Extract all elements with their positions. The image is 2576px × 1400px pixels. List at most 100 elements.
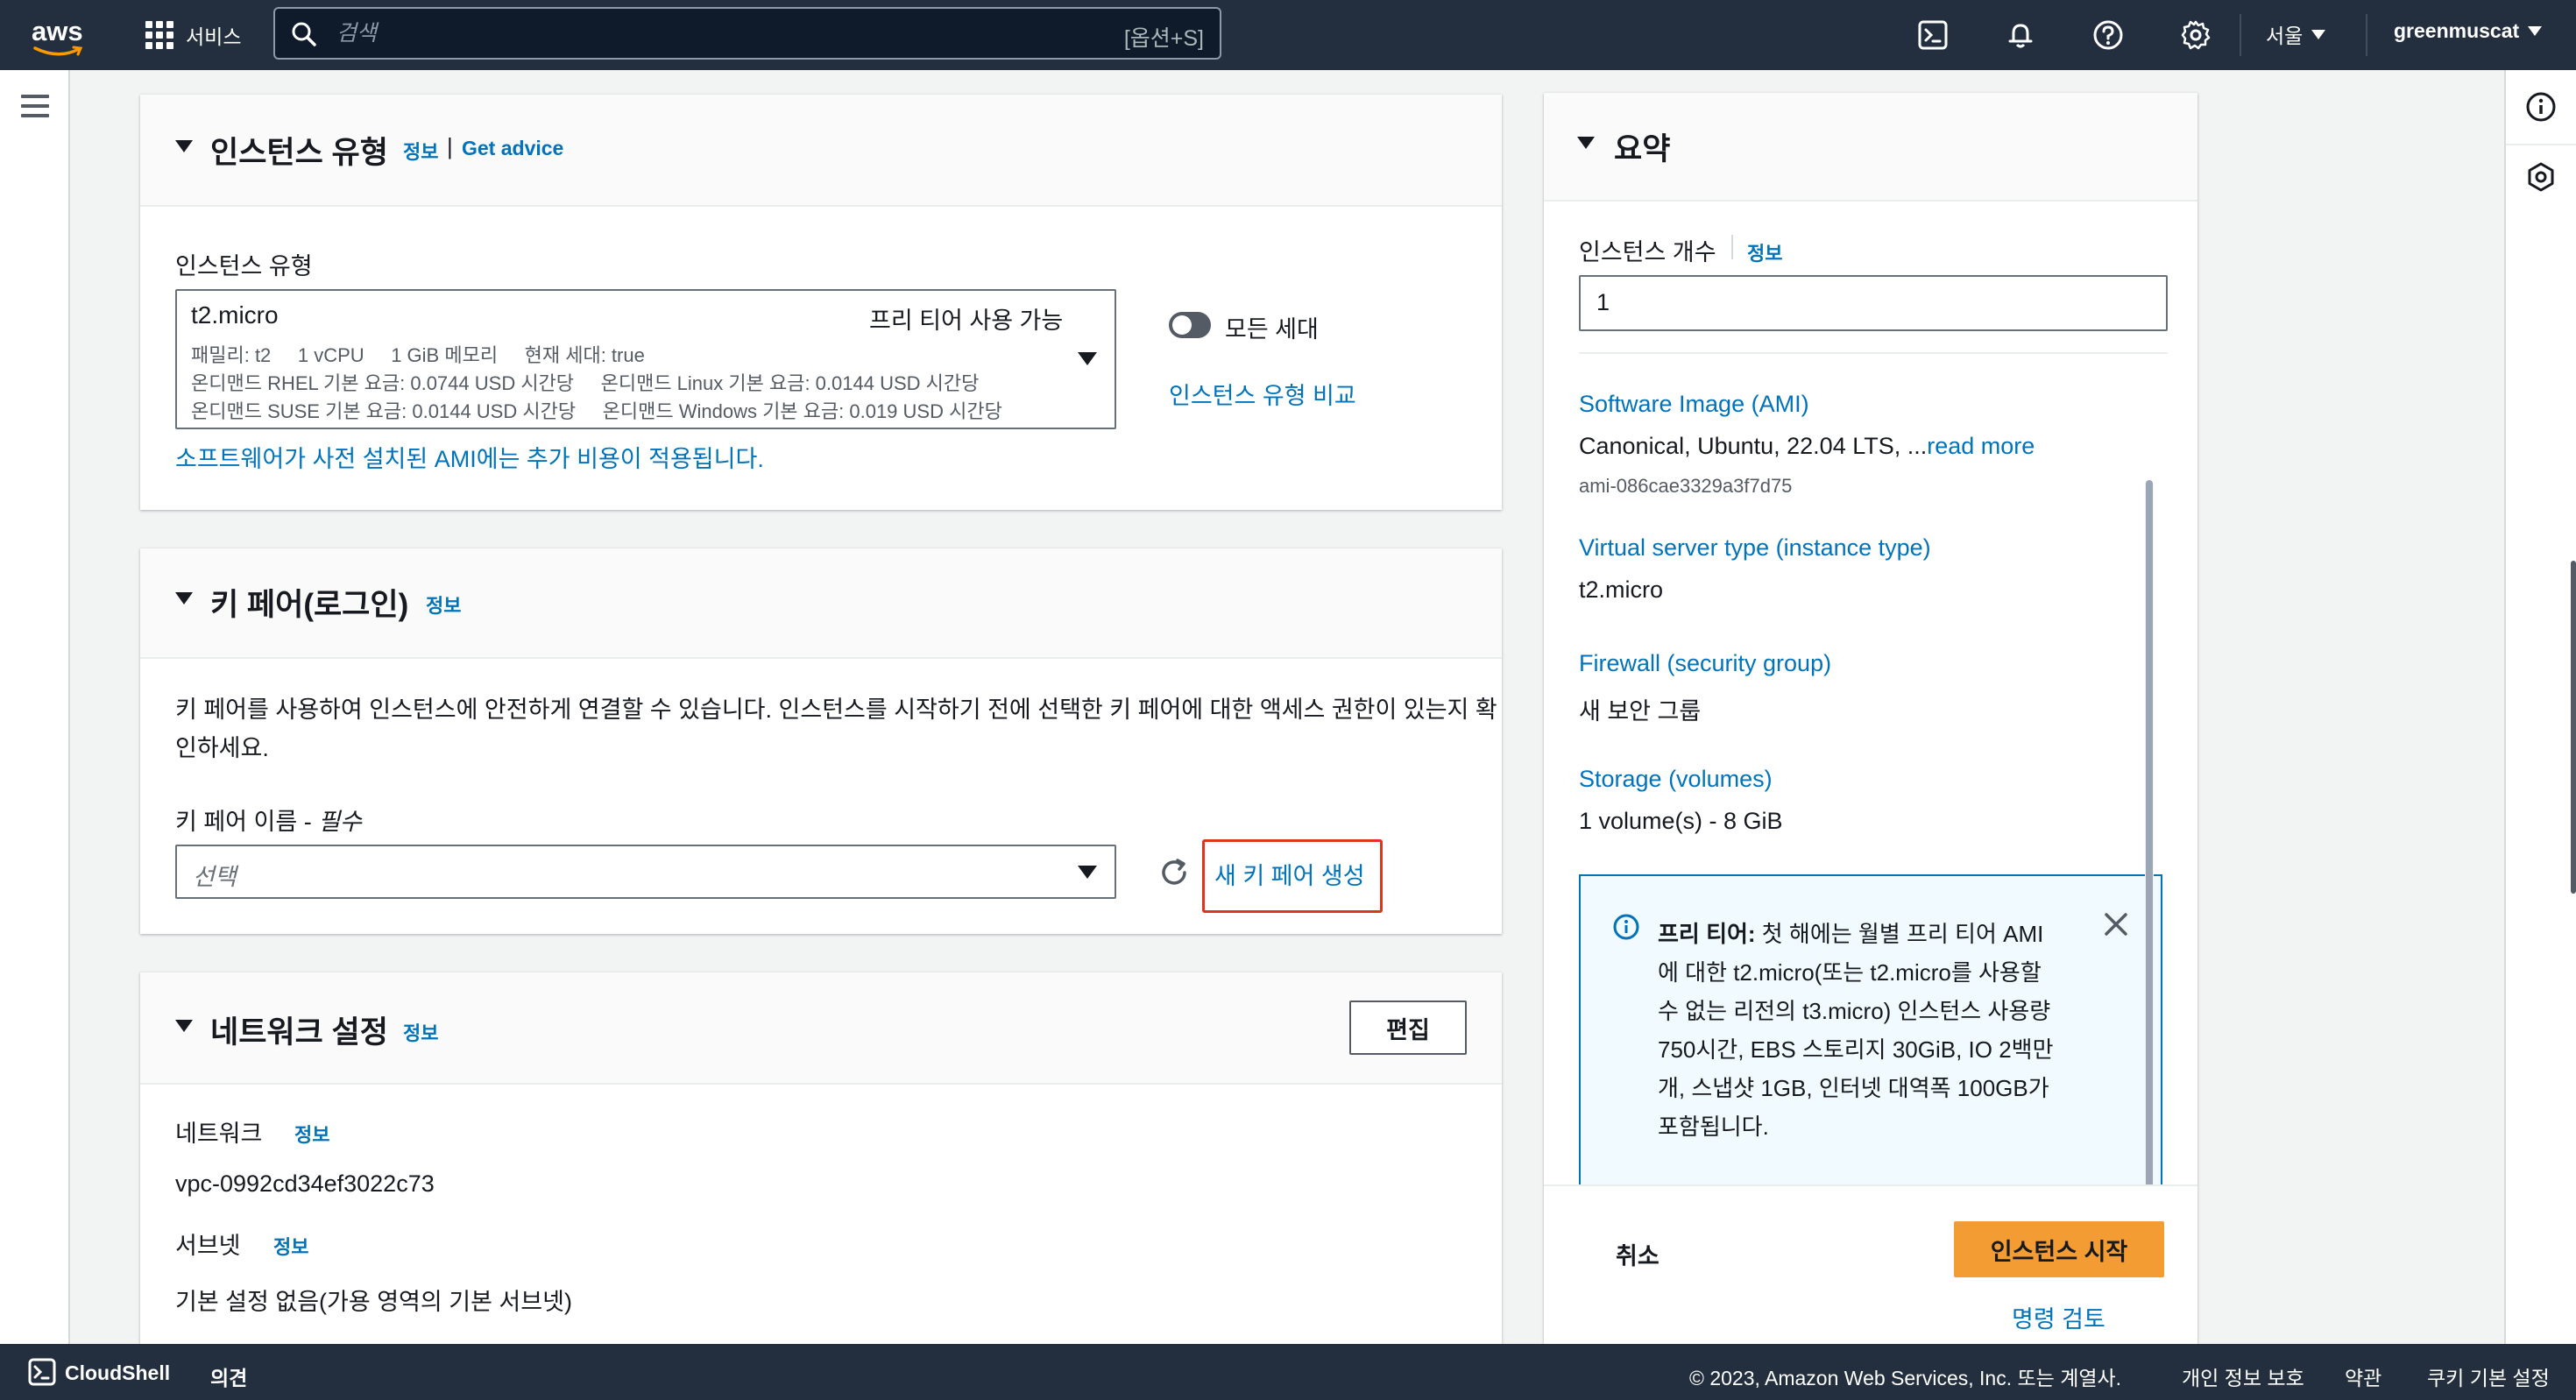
search-input[interactable] (336, 16, 1020, 51)
storage-heading-link[interactable]: Storage (volumes) (1579, 766, 1773, 793)
page-scrollbar[interactable] (2571, 561, 2576, 894)
aws-logo-text: aws (32, 16, 83, 46)
summary-header[interactable]: 요약 (1544, 93, 2197, 202)
create-key-pair-link[interactable]: 새 키 페어 생성 (1214, 857, 1365, 891)
ami-read-more-link[interactable]: read more (1927, 433, 2035, 459)
info-icon (1613, 914, 1639, 940)
menu-icon[interactable] (21, 95, 49, 117)
ami-value: Canonical, Ubuntu, 22.04 LTS, ...read mo… (1579, 433, 2035, 460)
key-pair-description-2: 인하세요. (175, 735, 269, 761)
notifications-button[interactable] (2003, 18, 2038, 53)
cloudshell-icon (1918, 20, 1948, 50)
get-advice-link[interactable]: Get advice (462, 137, 563, 160)
summary-scrollbar-thumb[interactable] (2146, 480, 2153, 1269)
search-icon (292, 22, 316, 46)
summary-scrollbar-track[interactable] (2145, 480, 2154, 1269)
instance-type-heading-link[interactable]: Virtual server type (instance type) (1579, 534, 1931, 562)
summary-panel: 요약 인스턴스 개수 정보 1 Software Image (AMI) Can… (1544, 93, 2197, 1344)
firewall-value: 새 보안 그룹 (1579, 698, 1702, 725)
network-settings-title: 네트워크 설정 (210, 1015, 388, 1050)
instance-count-input[interactable]: 1 (1579, 275, 2168, 331)
network-label: 네트워크 (175, 1121, 263, 1147)
instance-type-panel: 인스턴스 유형 정보 | Get advice 인스턴스 유형 t2.micro… (140, 95, 1502, 510)
all-generations-toggle[interactable] (1169, 312, 1211, 338)
compare-instance-types-link[interactable]: 인스턴스 유형 비교 (1169, 377, 1356, 411)
nav-divider (2240, 14, 2241, 56)
feedback-link[interactable]: 의견 (210, 1361, 247, 1391)
account-name: greenmuscat (2394, 19, 2520, 42)
caret-down-icon (175, 1020, 193, 1032)
instance-type-header[interactable]: 인스턴스 유형 정보 | Get advice (140, 95, 1502, 207)
subnet-label: 서브넷 (175, 1233, 241, 1259)
free-tier-line: 에 대한 t2.micro(또는 t2.micro를 사용할 (1658, 959, 2042, 986)
key-pair-select-placeholder: 선택 (193, 864, 237, 890)
ami-value-text: Canonical, Ubuntu, 22.04 LTS, ... (1579, 433, 1928, 459)
cloudshell-button[interactable] (1915, 18, 1950, 53)
cloudshell-link[interactable]: CloudShell (65, 1361, 170, 1385)
free-tier-title: 프리 티어: (1658, 921, 1756, 947)
chevron-down-icon (2311, 29, 2326, 39)
search-box[interactable]: [옵션+S] (273, 7, 1221, 60)
instance-pricing-line-2: 온디맨드 RHEL 기본 요금: 0.0744 USD 시간당 온디맨드 Lin… (191, 372, 980, 394)
instance-type-field-label: 인스턴스 유형 (175, 253, 313, 279)
left-rail (0, 70, 70, 1344)
aws-logo[interactable]: aws (30, 12, 88, 58)
cancel-button[interactable]: 취소 (1616, 1237, 1660, 1271)
summary-actions: 취소 인스턴스 시작 명령 검토 (1544, 1184, 2197, 1344)
refresh-icon[interactable] (1158, 857, 1190, 888)
search-shortcut: [옵션+S] (1123, 26, 1204, 51)
network-settings-info-link[interactable]: 정보 (403, 1018, 438, 1046)
instance-type-select[interactable]: t2.micro 프리 티어 사용 가능 패밀리: t2 1 vCPU 1 Gi… (175, 289, 1116, 429)
key-pair-header[interactable]: 키 페어(로그인) 정보 (140, 548, 1502, 659)
close-icon[interactable] (2103, 911, 2129, 937)
info-panel-icon[interactable] (2525, 91, 2557, 123)
caret-down-icon (175, 140, 193, 152)
instance-pricing-line-3: 온디맨드 SUSE 기본 요금: 0.0144 USD 시간당 온디맨드 Win… (191, 400, 1002, 422)
account-menu[interactable]: greenmuscat (2394, 19, 2543, 43)
free-tier-line: 포함됩니다. (1658, 1114, 1769, 1140)
all-generations-label: 모든 세대 (1225, 316, 1319, 343)
instance-count-label: 인스턴스 개수 (1579, 239, 1716, 265)
network-info-link[interactable]: 정보 (294, 1120, 329, 1148)
instance-type-info-link[interactable]: 정보 (403, 137, 438, 165)
nav-divider (2366, 14, 2367, 56)
chevron-down-icon (2528, 26, 2543, 36)
key-pair-info-link[interactable]: 정보 (426, 590, 461, 619)
privacy-link[interactable]: 개인 정보 보호 (2182, 1361, 2304, 1391)
key-pair-title: 키 페어(로그인) (210, 588, 409, 622)
instance-count-value: 1 (1596, 289, 1610, 315)
copyright-text: © 2023, Amazon Web Services, Inc. 또는 계열사… (1689, 1367, 2122, 1389)
chevron-down-icon (1078, 866, 1097, 879)
key-pair-select[interactable]: 선택 (175, 845, 1116, 899)
free-tier-line: 개, 스냅샷 1GB, 인터넷 대역폭 100GB가 (1658, 1075, 2049, 1101)
terms-link[interactable]: 약관 (2345, 1361, 2381, 1391)
required-marker: 필수 (318, 809, 362, 835)
ami-heading-link[interactable]: Software Image (AMI) (1579, 391, 1809, 418)
network-settings-header[interactable]: 네트워크 설정 정보 편집 (140, 972, 1502, 1085)
key-pair-label-text: 키 페어 이름 - (175, 809, 319, 835)
region-selector[interactable]: 서울 (2266, 19, 2326, 49)
network-value: vpc-0992cd34ef3022c73 (175, 1170, 435, 1197)
instance-count-info-link[interactable]: 정보 (1747, 238, 1782, 266)
settings-button[interactable] (2178, 18, 2213, 53)
bell-icon (2008, 24, 2033, 48)
hexagon-icon[interactable] (2525, 161, 2557, 193)
free-tier-line: 첫 해에는 월별 프리 티어 AMI (1755, 921, 2044, 947)
cookie-preferences-link[interactable]: 쿠키 기본 설정 (2427, 1361, 2550, 1391)
cloudshell-icon[interactable] (28, 1358, 56, 1386)
caret-down-icon (175, 592, 193, 605)
help-button[interactable] (2091, 18, 2126, 53)
launch-instance-button[interactable]: 인스턴스 시작 (1954, 1221, 2164, 1277)
review-commands-link[interactable]: 명령 검토 (2012, 1300, 2105, 1334)
edit-network-button[interactable]: 편집 (1349, 1001, 1467, 1055)
services-grid-icon (145, 21, 173, 49)
services-menu-button[interactable]: 서비스 (145, 18, 241, 53)
region-label: 서울 (2266, 25, 2304, 47)
free-tier-alert: 프리 티어: 첫 해에는 월별 프리 티어 AMI 에 대한 t2.micro(… (1579, 874, 2162, 1200)
free-tier-line: 수 없는 리전의 t3.micro) 인스턴스 사용량 (1658, 998, 2051, 1024)
right-rail (2504, 70, 2576, 1344)
firewall-heading-link[interactable]: Firewall (security group) (1579, 650, 1831, 677)
network-settings-panel: 네트워크 설정 정보 편집 네트워크 정보 vpc-0992cd34ef3022… (140, 972, 1502, 1344)
ami-cost-note-link[interactable]: 소프트웨어가 사전 설치된 AMI에는 추가 비용이 적용됩니다. (175, 440, 764, 474)
subnet-info-link[interactable]: 정보 (273, 1232, 308, 1260)
